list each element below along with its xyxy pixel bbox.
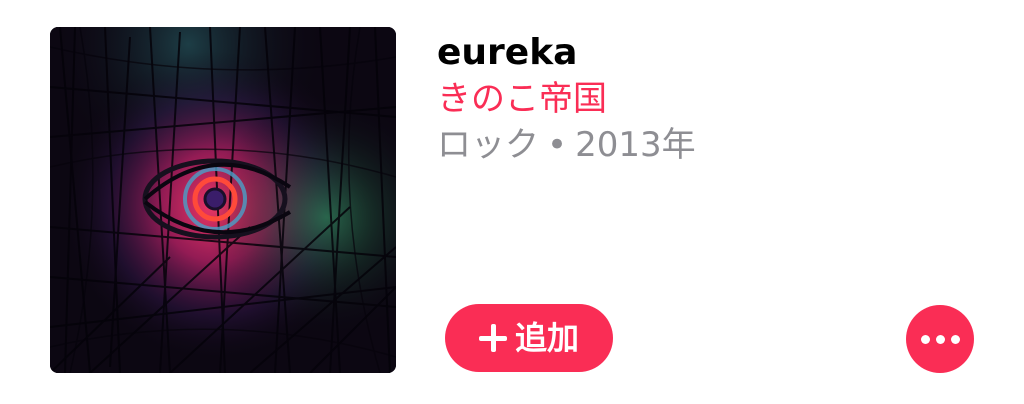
plus-icon xyxy=(478,324,507,352)
more-icon xyxy=(920,334,960,344)
album-header: eureka きのこ帝国 ロック • 2013年 追加 xyxy=(0,0,1024,404)
add-to-library-button[interactable]: 追加 xyxy=(445,304,613,372)
album-info: eureka きのこ帝国 ロック • 2013年 xyxy=(437,30,696,168)
album-title: eureka xyxy=(437,32,578,73)
genre-label: ロック xyxy=(437,125,539,165)
more-options-button[interactable] xyxy=(906,305,974,373)
album-meta: ロック • 2013年 xyxy=(437,122,696,168)
album-artwork-image xyxy=(50,27,396,373)
album-artwork[interactable] xyxy=(50,27,396,373)
add-button-label: 追加 xyxy=(514,319,579,357)
meta-separator: • xyxy=(547,125,568,165)
artist-link[interactable]: きのこ帝国 xyxy=(437,76,696,122)
release-year: 2013年 xyxy=(575,125,696,165)
